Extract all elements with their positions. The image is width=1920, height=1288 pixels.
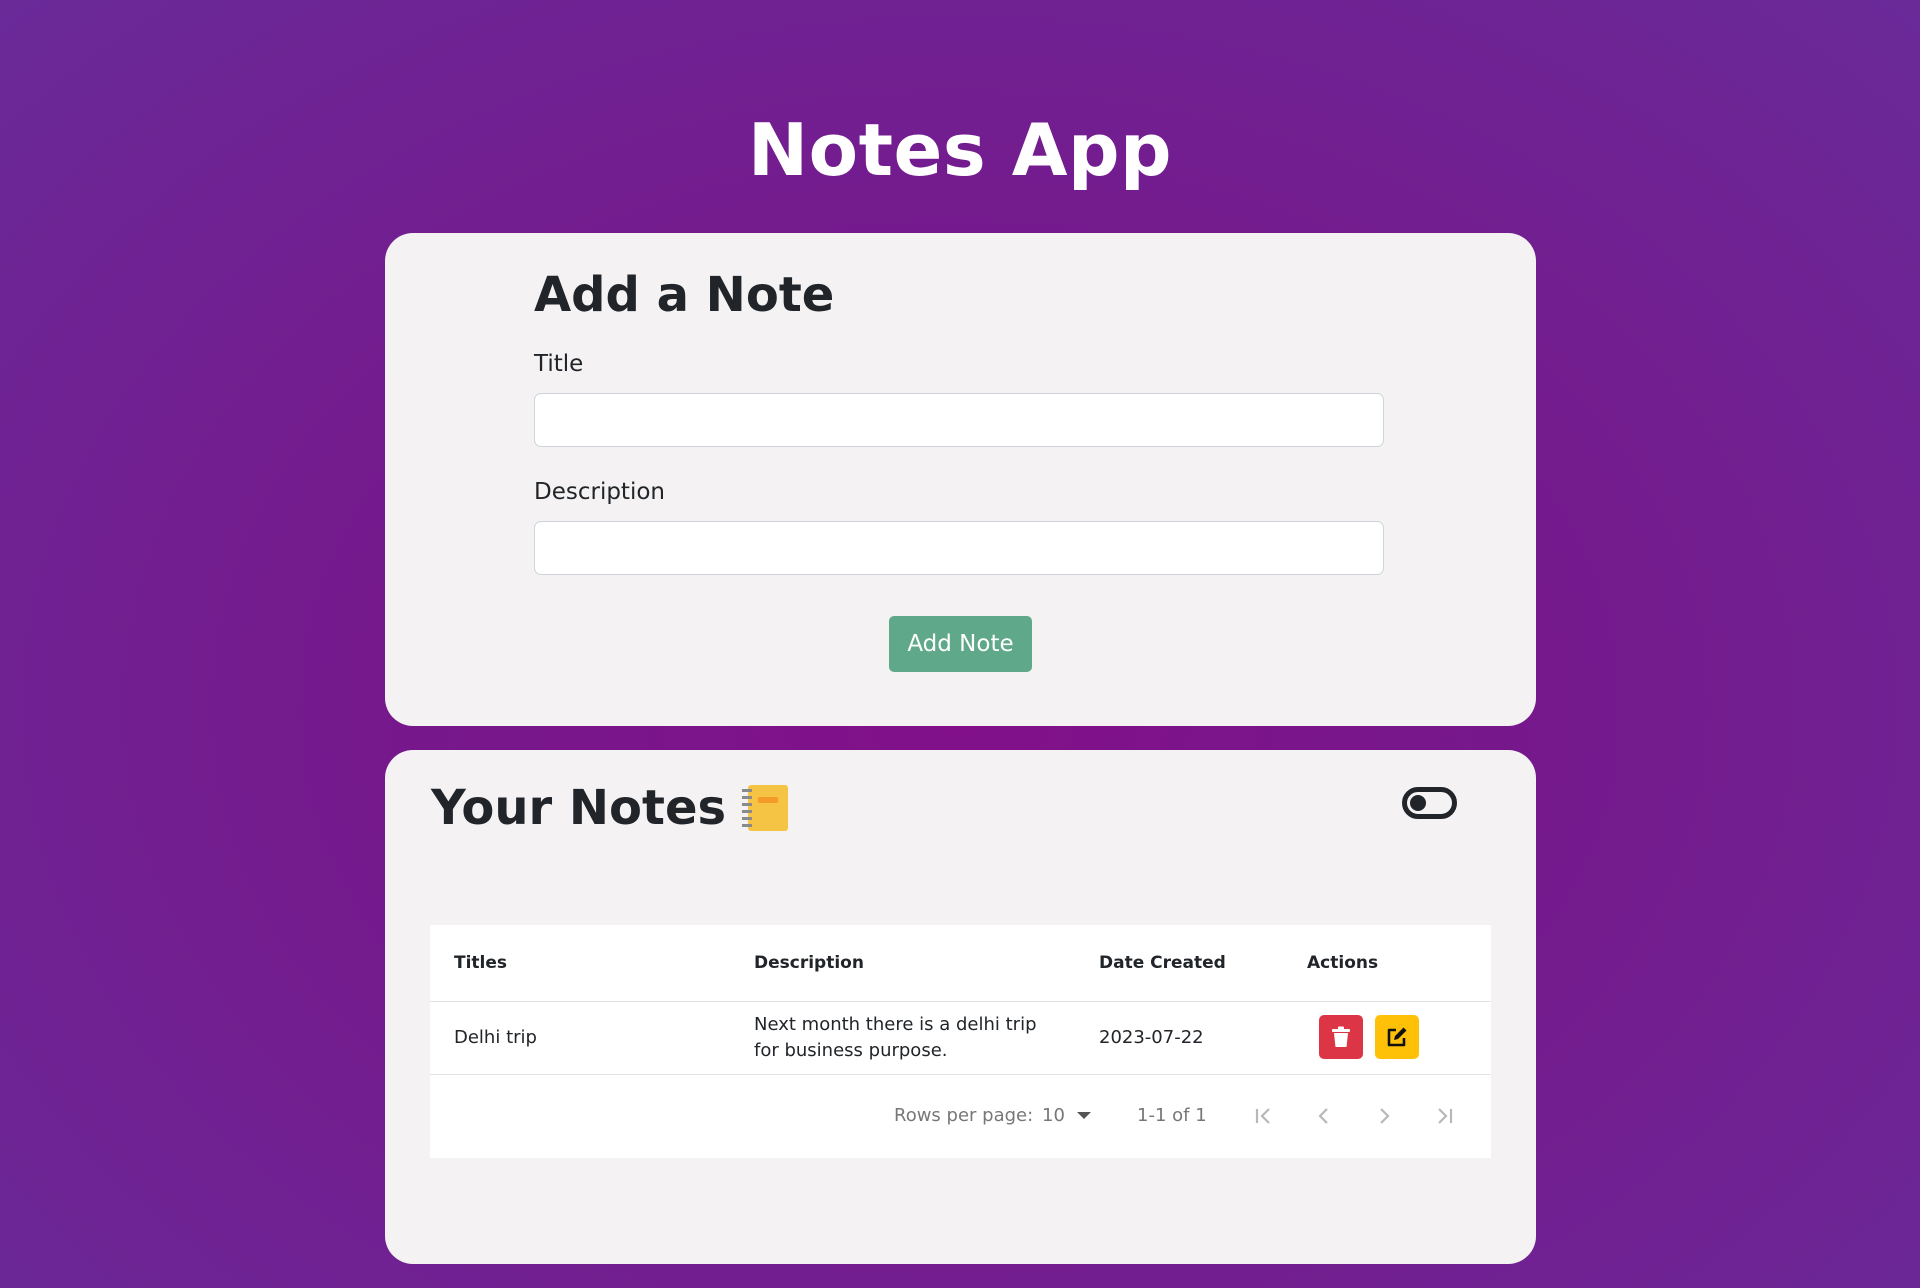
add-note-card: Add a Note Title Description Add Note <box>385 233 1536 726</box>
chevron-left-icon <box>1318 1108 1328 1124</box>
table-pagination: Rows per page: 10 1-1 of 1 <box>430 1075 1491 1158</box>
note-description-cell: Next month there is a delhi trip for bus… <box>754 1014 1037 1061</box>
caret-down-icon <box>1076 1112 1091 1119</box>
add-note-button[interactable]: Add Note <box>889 616 1032 672</box>
notebook-icon <box>742 785 789 831</box>
first-page-button[interactable] <box>1249 1101 1279 1131</box>
app-title: Notes App <box>747 108 1173 192</box>
description-label: Description <box>534 479 665 505</box>
title-label: Title <box>534 351 584 377</box>
table-header: Titles Description Date Created Actions <box>430 925 1491 1002</box>
rows-per-page-select[interactable]: 10 <box>1042 1105 1091 1126</box>
chevron-right-icon <box>1380 1108 1390 1124</box>
column-header-description[interactable]: Description <box>754 953 864 973</box>
last-page-icon <box>1438 1108 1453 1124</box>
note-title-cell: Delhi trip <box>454 1027 537 1048</box>
description-input[interactable] <box>534 521 1384 575</box>
edit-note-button[interactable] <box>1375 1015 1419 1059</box>
notes-heading: Your Notes <box>431 780 789 836</box>
delete-note-button[interactable] <box>1319 1015 1363 1059</box>
rows-per-page-value: 10 <box>1042 1105 1065 1126</box>
column-header-titles[interactable]: Titles <box>454 953 507 973</box>
toggle-switch[interactable] <box>1402 787 1457 819</box>
toggle-knob <box>1410 795 1426 811</box>
notes-heading-text: Your Notes <box>431 780 727 836</box>
trash-icon <box>1332 1026 1350 1047</box>
notes-table: Titles Description Date Created Actions … <box>430 925 1491 1158</box>
title-input[interactable] <box>534 393 1384 447</box>
edit-icon <box>1387 1027 1407 1047</box>
column-header-actions: Actions <box>1307 953 1379 973</box>
last-page-button[interactable] <box>1429 1101 1459 1131</box>
column-header-date-created[interactable]: Date Created <box>1099 953 1226 973</box>
next-page-button[interactable] <box>1369 1101 1399 1131</box>
first-page-icon <box>1255 1108 1270 1124</box>
table-row: Delhi trip Next month there is a delhi t… <box>430 1002 1491 1075</box>
note-date-cell: 2023-07-22 <box>1099 1027 1204 1048</box>
pagination-range: 1-1 of 1 <box>1137 1105 1207 1126</box>
previous-page-button[interactable] <box>1309 1101 1339 1131</box>
add-note-heading: Add a Note <box>534 267 835 323</box>
notes-card: Your Notes Titles Description Date Creat… <box>385 750 1536 1264</box>
rows-per-page-label: Rows per page: <box>894 1105 1034 1126</box>
